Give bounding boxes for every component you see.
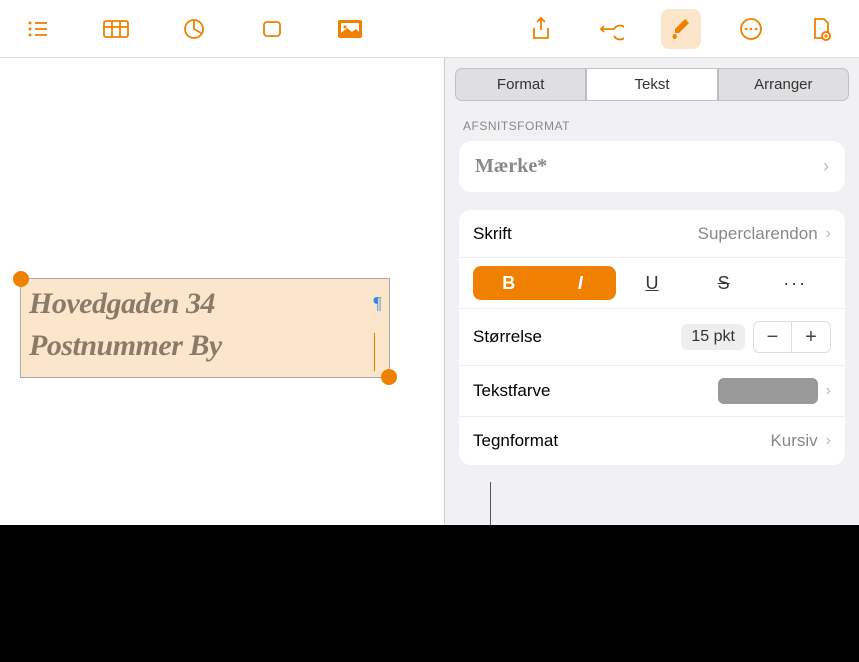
style-buttons-row: B I U S ··· — [459, 258, 845, 309]
text-format-list: Skrift Superclarendon › B I U S ··· Stør… — [459, 210, 845, 465]
table-icon[interactable] — [96, 9, 136, 49]
brush-icon[interactable] — [661, 9, 701, 49]
character-format-row[interactable]: Tegnformat Kursiv › — [459, 417, 845, 465]
shape-icon[interactable] — [252, 9, 292, 49]
size-increase-button[interactable]: + — [792, 322, 830, 352]
strikethrough-button[interactable]: S — [688, 266, 760, 300]
paragraph-style-name: Mærke* — [475, 155, 547, 178]
more-styles-button[interactable]: ··· — [759, 266, 831, 300]
chevron-right-icon: › — [826, 225, 831, 243]
tab-format[interactable]: Format — [455, 68, 586, 101]
list-icon[interactable] — [18, 9, 58, 49]
bold-button[interactable]: B — [473, 266, 545, 300]
color-swatch — [718, 378, 818, 404]
tab-arrange[interactable]: Arranger — [718, 68, 849, 101]
size-value[interactable]: 15 pkt — [681, 324, 745, 350]
text-line-2[interactable]: Postnummer By — [29, 325, 381, 367]
selection-handle-bottom-right[interactable] — [381, 369, 397, 385]
size-row: Størrelse 15 pkt − + — [459, 309, 845, 366]
undo-icon[interactable] — [591, 9, 631, 49]
selection-handle-top-left[interactable] — [13, 271, 29, 287]
inspector-tabs: Format Tekst Arranger — [445, 58, 859, 111]
chevron-right-icon: › — [826, 382, 831, 400]
chevron-right-icon: › — [826, 432, 831, 450]
share-icon[interactable] — [521, 9, 561, 49]
paragraph-mark: ¶ — [373, 291, 381, 316]
paragraph-format-label: AFSNITSFORMAT — [445, 111, 859, 137]
image-icon[interactable] — [330, 9, 370, 49]
size-stepper: − + — [753, 321, 831, 353]
underline-button[interactable]: U — [616, 266, 688, 300]
selected-textbox[interactable]: Hovedgaden 34¶ Postnummer By — [20, 278, 390, 378]
chevron-right-icon: › — [823, 156, 829, 177]
top-toolbar — [0, 0, 859, 58]
tab-text[interactable]: Tekst — [586, 68, 717, 101]
text-color-row[interactable]: Tekstfarve › — [459, 366, 845, 417]
font-row[interactable]: Skrift Superclarendon › — [459, 210, 845, 258]
chart-icon[interactable] — [174, 9, 214, 49]
inspector-panel: Format Tekst Arranger AFSNITSFORMAT Mærk… — [445, 58, 859, 525]
caption-area — [0, 525, 859, 662]
paragraph-style-button[interactable]: Mærke* › — [459, 141, 845, 192]
text-line-1[interactable]: Hovedgaden 34¶ — [29, 283, 381, 325]
document-icon[interactable] — [801, 9, 841, 49]
text-cursor — [374, 333, 376, 371]
size-decrease-button[interactable]: − — [754, 322, 792, 352]
document-canvas[interactable]: Hovedgaden 34¶ Postnummer By — [0, 58, 445, 525]
more-icon[interactable] — [731, 9, 771, 49]
italic-button[interactable]: I — [545, 266, 617, 300]
